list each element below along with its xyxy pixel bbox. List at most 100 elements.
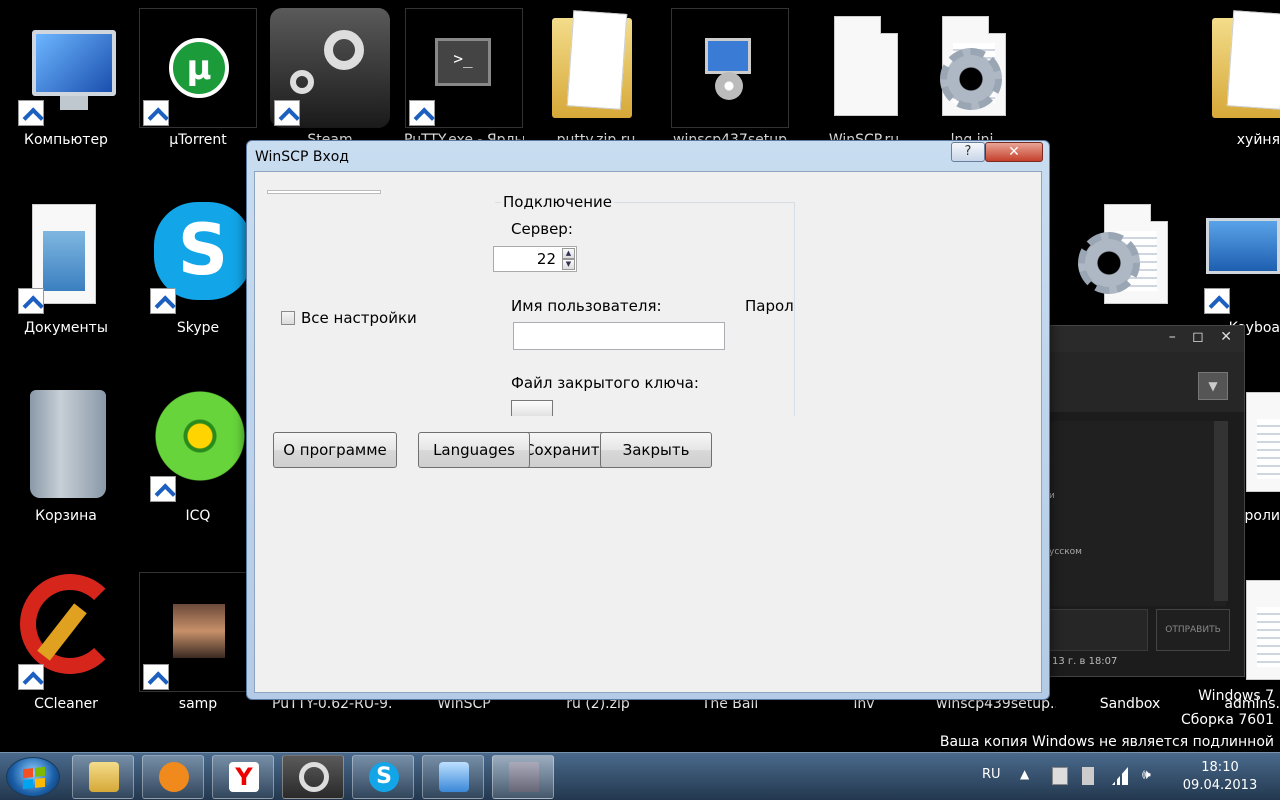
clock-time: 18:10	[1201, 760, 1239, 775]
about-button[interactable]: О программе	[273, 432, 397, 468]
start-button[interactable]	[6, 757, 60, 797]
port-value: 22	[536, 250, 556, 268]
username-label: Имя пользователя:	[511, 297, 662, 315]
chat-dropdown-button[interactable]: ▼	[1198, 372, 1228, 400]
chat-input[interactable]	[1046, 609, 1148, 651]
private-key-browse-button[interactable]	[511, 400, 553, 416]
desktop-icon-settings-file[interactable]	[1068, 196, 1188, 316]
shortcut-arrow-icon	[274, 100, 300, 126]
show-hidden-icons-button[interactable]: ▲	[1020, 767, 1029, 781]
languages-button[interactable]: Languages	[418, 432, 530, 468]
shortcut-arrow-icon	[1204, 288, 1230, 314]
close-button[interactable]: Закрыть	[600, 432, 712, 468]
windows-logo-icon	[23, 766, 45, 790]
folder-icon	[89, 762, 119, 792]
recycle-bin-icon	[30, 390, 106, 498]
taskbar-winscp[interactable]	[492, 755, 554, 799]
shortcut-arrow-icon	[409, 100, 435, 126]
desktop-icon-winscp-ru[interactable]: WinSCP.ru	[804, 8, 924, 148]
watermark-line3: Ваша копия Windows не является подлинной	[939, 734, 1274, 750]
clock-date: 09.04.2013	[1182, 778, 1258, 793]
close-window-button[interactable]: ✕	[985, 142, 1043, 162]
device-icon[interactable]	[1082, 767, 1094, 785]
desktop-icon-label: µTorrent	[169, 132, 227, 148]
file-icon	[1246, 392, 1280, 492]
network-signal-icon[interactable]	[1112, 767, 1128, 785]
taskbar-skype[interactable]: S	[352, 755, 414, 799]
desktop-icon-icq[interactable]: ICQ	[138, 384, 258, 524]
server-label: Сервер:	[511, 220, 573, 238]
file-icon	[1246, 580, 1280, 680]
port-number-input[interactable]: 22 ▲ ▼	[493, 246, 577, 272]
session-tree[interactable]	[267, 190, 381, 194]
desktop-icon-label: Компьютер	[24, 132, 108, 148]
utorrent-icon: µ	[169, 38, 229, 98]
spin-up-icon[interactable]: ▲	[562, 248, 575, 259]
save-button[interactable]: Сохранить	[523, 432, 608, 468]
desktop-icon-computer[interactable]: Компьютер	[6, 8, 126, 148]
desktop-icon-documents[interactable]: Документы	[6, 196, 126, 336]
all-settings-checkbox[interactable]: Все настройки	[281, 309, 417, 327]
desktop-icon-lng-ini[interactable]: lng.ini	[912, 8, 1032, 148]
desktop-icon-label: ICQ	[185, 508, 211, 524]
shortcut-arrow-icon	[18, 288, 44, 314]
winscp-login-dialog[interactable]: WinSCP Вход ? ✕ Все настройки Подключени…	[246, 140, 1050, 700]
installer-icon	[705, 38, 751, 74]
control-panel-icon	[439, 762, 469, 792]
folder-icon	[552, 18, 632, 118]
chat-scrollbar[interactable]	[1214, 421, 1228, 601]
desktop-icon-winscp437setup[interactable]: winscp437setup	[670, 8, 790, 148]
shortcut-arrow-icon	[150, 476, 176, 502]
samp-icon	[173, 604, 225, 658]
desktop-icon-recycle-bin[interactable]: Корзина	[6, 384, 126, 524]
taskbar-control-panel[interactable]	[422, 755, 484, 799]
desktop-icon-samp[interactable]: samp	[138, 572, 258, 712]
shortcut-arrow-icon	[150, 288, 176, 314]
desktop-icon-folder-right[interactable]: хуйня	[1200, 8, 1280, 148]
spin-down-icon[interactable]: ▼	[562, 259, 575, 270]
gear-icon	[940, 48, 1002, 110]
all-settings-label: Все настройки	[301, 309, 417, 327]
username-input[interactable]	[513, 322, 725, 350]
desktop-icon-label: CCleaner	[34, 696, 98, 712]
taskbar-clock[interactable]: 18:10 09.04.2013	[1180, 759, 1260, 795]
desktop-icon-ccleaner[interactable]: CCleaner	[6, 572, 126, 712]
taskbar-explorer[interactable]	[72, 755, 134, 799]
shortcut-arrow-icon	[143, 100, 169, 126]
dialog-client-area: Все настройки Подключение Сервер: 22 ▲ ▼…	[254, 171, 1042, 693]
file-icon	[834, 16, 898, 116]
volume-icon[interactable]: 🕪	[1142, 767, 1158, 785]
desktop-icon-putty-shortcut[interactable]: >_ PuTTY.exe - Ярлык	[404, 8, 524, 148]
taskbar-steam[interactable]	[282, 755, 344, 799]
gear-icon	[1078, 232, 1140, 294]
action-center-icon[interactable]	[1052, 767, 1068, 785]
desktop-icon-label: Корзина	[35, 508, 97, 524]
desktop-icon-label: Skype	[176, 320, 220, 336]
skype-icon: S	[369, 762, 399, 792]
desktop-icon-utorrent[interactable]: µ µTorrent	[138, 8, 258, 148]
chat-send-button[interactable]: ОТПРАВИТЬ	[1156, 609, 1230, 651]
checkbox-icon[interactable]	[281, 311, 295, 325]
terminal-icon: >_	[435, 38, 491, 86]
desktop-icon-putty-zip[interactable]: putty.zip.ru	[536, 8, 656, 148]
watermark-line1: Windows 7	[1198, 688, 1274, 704]
desktop-icon-keyboard[interactable]: Keyboa	[1200, 196, 1280, 336]
desktop-icon-steam[interactable]: Steam	[270, 8, 390, 148]
chat-date: 13 г. в 18:07	[1052, 656, 1118, 667]
icq-flower-icon	[148, 384, 252, 488]
chat-window-controls[interactable]: – ◻ ✕	[1046, 326, 1244, 352]
private-key-label: Файл закрытого ключа:	[511, 374, 699, 392]
watermark-line2: Сборка 7601	[1181, 712, 1274, 728]
desktop-icon-skype[interactable]: S Skype	[138, 196, 258, 336]
yandex-icon: Y	[229, 762, 259, 792]
chat-messages: и усском	[1046, 421, 1226, 606]
taskbar-yandex[interactable]: Y	[212, 755, 274, 799]
language-indicator[interactable]: RU	[982, 767, 1001, 782]
winscp-lock-icon	[509, 762, 539, 792]
computer-icon	[32, 30, 116, 96]
connection-group-title: Подключение	[501, 193, 614, 211]
taskbar-media-player[interactable]	[142, 755, 204, 799]
chat-message: усском	[1049, 547, 1082, 557]
help-button[interactable]: ?	[951, 142, 985, 162]
chat-window[interactable]: – ◻ ✕ ▼ и усском ОТПРАВИТЬ 13 г. в 18:07	[1045, 325, 1245, 677]
